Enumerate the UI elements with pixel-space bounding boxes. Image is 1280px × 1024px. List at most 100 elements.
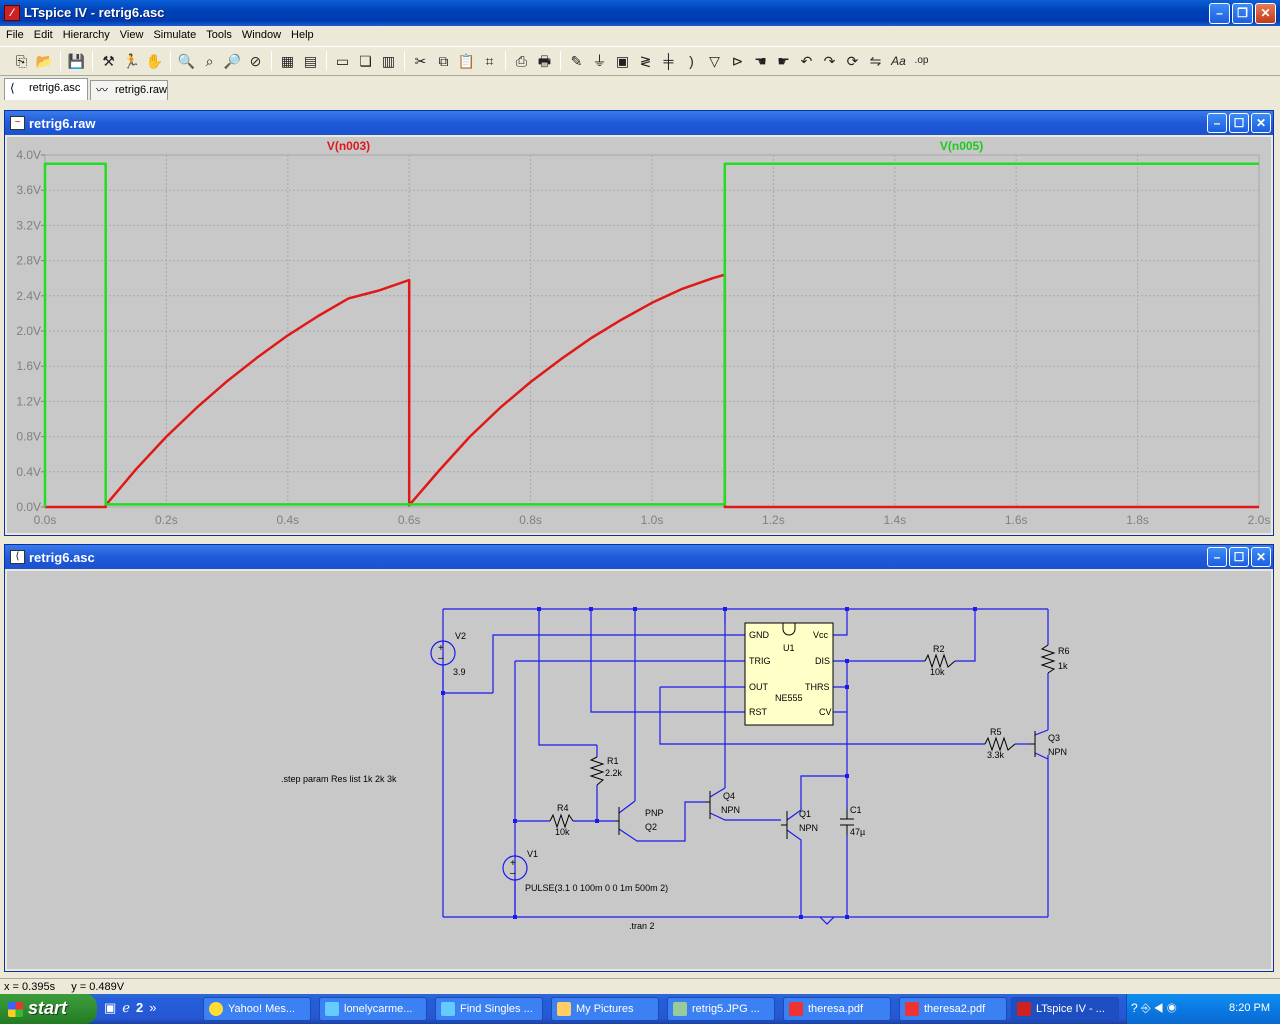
new-schematic-icon[interactable]: ⎘ bbox=[10, 50, 33, 72]
task-ltspice[interactable]: LTspice IV - ... bbox=[1011, 997, 1119, 1021]
schematic-close-button[interactable]: ✕ bbox=[1251, 547, 1271, 567]
volume-icon[interactable]: ◀ bbox=[1154, 1001, 1164, 1015]
toolbar-separator bbox=[560, 51, 561, 71]
network-icon[interactable]: ⎆ bbox=[1141, 1001, 1151, 1015]
zoom-in-icon[interactable]: 🔍 bbox=[175, 50, 198, 72]
chevron-icon[interactable]: » bbox=[149, 1000, 156, 1016]
draw-wire-pencil-icon[interactable]: ✎ bbox=[565, 50, 588, 72]
tile-horizontal-icon[interactable]: ▭ bbox=[331, 50, 354, 72]
undo-icon[interactable]: ↶ bbox=[795, 50, 818, 72]
tran-directive[interactable]: .tran 2 bbox=[629, 921, 655, 931]
window-titlebar[interactable]: ⁄ LTspice IV - retrig6.asc – ❐ ✕ bbox=[0, 0, 1280, 26]
resistor-icon[interactable]: ≷ bbox=[634, 50, 657, 72]
task-retrig5-jpg[interactable]: retrig5.JPG ... bbox=[667, 997, 775, 1021]
drag-hand-icon[interactable]: ☛ bbox=[772, 50, 795, 72]
y-tick-label: 0.4V bbox=[16, 465, 41, 479]
text-icon[interactable]: Aa bbox=[887, 50, 910, 72]
R1-value: 2.2k bbox=[605, 768, 623, 778]
clock: 8:20 PM bbox=[1229, 1002, 1270, 1014]
autorange-icon[interactable]: ▦ bbox=[276, 50, 299, 72]
schematic-window-titlebar[interactable]: ⟨ retrig6.asc – ☐ ✕ bbox=[5, 545, 1273, 569]
print-setup-icon[interactable]: ⎙ bbox=[510, 50, 533, 72]
label-net-icon[interactable]: ▣ bbox=[611, 50, 634, 72]
menu-hierarchy[interactable]: Hierarchy bbox=[59, 26, 116, 46]
restore-button[interactable]: ❐ bbox=[1232, 3, 1253, 24]
task-yahoo-messenger[interactable]: Yahoo! Mes... bbox=[203, 997, 311, 1021]
y-tick-label: 4.0V bbox=[16, 148, 41, 162]
menu-tools[interactable]: Tools bbox=[202, 26, 238, 46]
control-panel-hammer-icon[interactable]: ⚒ bbox=[97, 50, 120, 72]
component-icon[interactable]: ⊳ bbox=[726, 50, 749, 72]
ground-icon[interactable]: ⏚ bbox=[588, 50, 611, 72]
rotate-icon[interactable]: ⟳ bbox=[841, 50, 864, 72]
cursor-y-readout: y = 0.489V bbox=[71, 981, 125, 993]
task-theresa2-pdf[interactable]: theresa2.pdf bbox=[899, 997, 1007, 1021]
ie-icon[interactable]: ℯ bbox=[122, 1000, 130, 1016]
minimize-button[interactable]: – bbox=[1209, 3, 1230, 24]
open-folder-icon[interactable]: 📂 bbox=[33, 50, 56, 72]
quick-launch-count[interactable]: 2 bbox=[136, 1000, 143, 1016]
grid-icon[interactable]: ▤ bbox=[299, 50, 322, 72]
save-icon[interactable]: 💾 bbox=[65, 50, 88, 72]
halt-hand-icon[interactable]: ✋ bbox=[143, 50, 166, 72]
redo-icon[interactable]: ↷ bbox=[818, 50, 841, 72]
trace-label-V(n005)[interactable]: V(n005) bbox=[940, 139, 983, 153]
capacitor-icon[interactable]: ╪ bbox=[657, 50, 680, 72]
schematic-minimize-button[interactable]: – bbox=[1207, 547, 1227, 567]
inductor-icon[interactable]: ) bbox=[680, 50, 703, 72]
paste-icon[interactable]: 📋 bbox=[455, 50, 478, 72]
zoom-out-icon[interactable]: 🔎 bbox=[221, 50, 244, 72]
cut-icon[interactable]: ✂ bbox=[409, 50, 432, 72]
menu-view[interactable]: View bbox=[116, 26, 150, 46]
waveform-maximize-button[interactable]: ☐ bbox=[1229, 113, 1249, 133]
close-button[interactable]: ✕ bbox=[1255, 3, 1276, 24]
R6-name: R6 bbox=[1058, 646, 1070, 656]
help-icon[interactable]: ? bbox=[1131, 1001, 1138, 1015]
component-U1[interactable]: GND TRIG OUT RST Vcc DIS THRS CV U1 NE55… bbox=[744, 622, 834, 726]
run-icon[interactable]: 🏃 bbox=[120, 50, 143, 72]
component-V2[interactable]: + – V2 3.9 bbox=[430, 631, 466, 677]
move-hand-icon[interactable]: ☚ bbox=[749, 50, 772, 72]
waveform-plot-area[interactable]: 0.0s 0.2s 0.4s 0.6s 0.8s 1.0s 1.2s 1.4s 1.6s 1.8s… bbox=[7, 137, 1271, 533]
task-my-pictures[interactable]: My Pictures bbox=[551, 997, 659, 1021]
diode-icon[interactable]: ▽ bbox=[703, 50, 726, 72]
cursor-x-readout: x = 0.395s bbox=[4, 981, 56, 993]
start-button[interactable]: start bbox=[0, 994, 97, 1024]
menu-window[interactable]: Window bbox=[238, 26, 287, 46]
menu-help[interactable]: Help bbox=[287, 26, 320, 46]
waveform-close-button[interactable]: ✕ bbox=[1251, 113, 1271, 133]
print-icon[interactable]: 🖶 bbox=[533, 50, 556, 72]
schematic-maximize-button[interactable]: ☐ bbox=[1229, 547, 1249, 567]
cascade-icon[interactable]: ❏ bbox=[354, 50, 377, 72]
menu-simulate[interactable]: Simulate bbox=[149, 26, 202, 46]
yahoo-icon bbox=[209, 1002, 223, 1016]
zoom-cancel-icon[interactable]: ⊘ bbox=[244, 50, 267, 72]
R4-value: 10k bbox=[555, 827, 570, 837]
copy-icon[interactable]: ⧉ bbox=[432, 50, 455, 72]
spice-directive-icon[interactable]: .op bbox=[910, 50, 933, 72]
tab-retrig6-raw[interactable]: 〰 retrig6.raw bbox=[90, 80, 168, 100]
task-label: lonelycarme... bbox=[344, 1003, 413, 1015]
task-find-singles[interactable]: Find Singles ... bbox=[435, 997, 543, 1021]
trace-label-V(n003)[interactable]: V(n003) bbox=[327, 139, 370, 153]
task-lonelycarme[interactable]: lonelycarme... bbox=[319, 997, 427, 1021]
waveform-plot[interactable]: 0.0s 0.2s 0.4s 0.6s 0.8s 1.0s 1.2s 1.4s 1.6s 1.8s… bbox=[7, 137, 1271, 533]
step-directive[interactable]: .step param Res list 1k 2k 3k bbox=[281, 774, 397, 784]
security-icon[interactable]: ◉ bbox=[1167, 1001, 1177, 1015]
component-V1[interactable]: + – V1 PULSE(3.1 0 100m 0 0 1m 500m 2) bbox=[502, 849, 668, 893]
menu-edit[interactable]: Edit bbox=[30, 26, 59, 46]
find-binoculars-icon[interactable]: ⌗ bbox=[478, 50, 501, 72]
schematic-canvas[interactable]: + – V2 3.9 + – V1 PULSE(3.1 0 100m 0 0 1… bbox=[7, 571, 1271, 969]
x-tick-label: 0.8s bbox=[519, 513, 542, 527]
tile-vertical-icon[interactable]: ▥ bbox=[377, 50, 400, 72]
task-theresa-pdf[interactable]: theresa.pdf bbox=[783, 997, 891, 1021]
tab-retrig6-asc[interactable]: ⟨ retrig6.asc bbox=[4, 78, 88, 100]
waveform-window-titlebar[interactable]: ~ retrig6.raw – ☐ ✕ bbox=[5, 111, 1273, 135]
mirror-icon[interactable]: ⇋ bbox=[864, 50, 887, 72]
pan-icon[interactable]: ⌕ bbox=[198, 50, 221, 72]
y-tick-label: 2.8V bbox=[16, 254, 41, 268]
menu-file[interactable]: File bbox=[2, 26, 30, 46]
waveform-minimize-button[interactable]: – bbox=[1207, 113, 1227, 133]
desktop-icon[interactable]: ▣ bbox=[104, 1000, 116, 1016]
schematic-drawing[interactable]: + – V2 3.9 + – V1 PULSE(3.1 0 100m 0 0 1… bbox=[7, 571, 1271, 969]
